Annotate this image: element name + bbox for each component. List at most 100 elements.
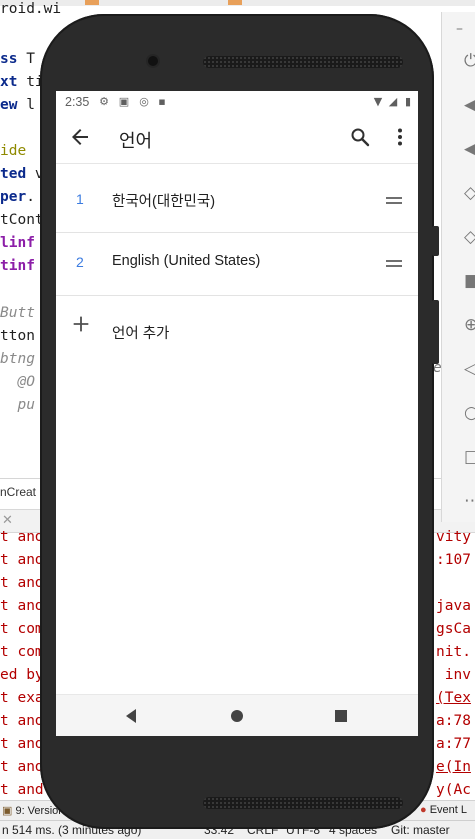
language-item[interactable]: 1 한국어(대한민국) [56,170,418,233]
log-line: t and [0,736,44,752]
log-line: t and [0,529,44,545]
back-icon[interactable]: ◁ [464,360,475,378]
add-language-button[interactable]: 언어 추가 [56,296,418,358]
code-line: per. [0,188,35,206]
rotate-right-icon[interactable]: ◇ [464,228,475,246]
code-line: linf [0,235,35,251]
bottom-speaker [203,797,403,809]
sd-card-icon: ▪ [158,95,166,108]
log-line-fragment[interactable]: (Tex [436,689,471,707]
log-line-fragment: inv [436,667,471,683]
log-line-fragment: :107 [436,552,471,568]
app-bar: 언어 [56,115,418,164]
battery-icon: ▮ [404,95,412,108]
language-index: 1 [76,191,84,207]
volume-up-icon[interactable]: ◀ [464,96,475,114]
log-line: t and [0,759,44,775]
code-keyword: ted [0,166,27,182]
notification-icon: ▣ [118,95,130,108]
language-name: 한국어(대한민국) [112,194,216,210]
zoom-icon[interactable]: ⊕ [464,316,475,334]
nav-back-icon[interactable] [120,705,142,727]
nav-home-icon[interactable] [226,705,248,727]
arrow-back-icon[interactable] [68,125,92,149]
emulator-controls-panel: – ⏻ ◀ ◀ ◇ ◇ ■ ⊕ ◁ ○ □ ⋯ [441,12,475,522]
code-line: @O [0,374,35,390]
log-line: t and [0,575,44,591]
code-keyword: ew [0,97,18,113]
log-line: ed by [0,667,44,683]
camera-icon[interactable]: ■ [464,272,475,290]
code-text: T [17,51,35,67]
sync-icon: ◎ [139,95,149,108]
circle-icon[interactable]: ○ [464,404,475,422]
log-line: t com [0,621,44,637]
code-line: roid.wi [0,1,62,17]
android-status-bar: 2:35 ⚙ ▣ ◎ ▪ ▼ ◢ ▮ [56,91,418,115]
status-time: 2:35 [65,95,90,109]
android-nav-bar [56,694,418,736]
log-line: t exa [0,690,44,706]
code-line: pu [0,397,35,413]
more-vert-icon[interactable] [388,125,412,149]
log-line-fragment: y(Ac [436,782,471,798]
version-control-icon: ▣ [2,805,16,817]
nav-recents-icon[interactable] [330,705,352,727]
add-language-label: 언어 추가 [112,326,170,342]
language-name: English (United States) [112,253,261,269]
git-branch[interactable]: Git: master [391,823,450,837]
log-line-fragment: java [436,598,471,614]
phone-screen: 2:35 ⚙ ▣ ◎ ▪ ▼ ◢ ▮ 언어 1 한국어(대한민국) 2 Engl… [56,91,418,736]
wifi-icon: ▼ [373,95,383,108]
log-line-fragment: vity [436,529,471,545]
code-keyword: xt [0,74,18,90]
log-line-fragment[interactable]: e(In [436,758,471,776]
plus-icon [73,316,89,332]
earpiece-speaker [203,56,403,68]
tab-indicator [85,0,99,5]
language-index: 2 [76,254,84,270]
log-line-fragment: a:78 [436,713,471,729]
code-text: l [17,97,35,113]
log-line: t and [0,782,44,798]
code-line: tinf [0,258,35,274]
ide-tab-strip [0,0,475,6]
page-title: 언어 [119,131,153,151]
rotate-left-icon[interactable]: ◇ [464,184,475,202]
tab-indicator [228,0,242,5]
event-log-label: Event L [429,804,468,816]
log-line-fragment: gsCa [436,621,471,637]
phone-side-button [432,226,439,256]
log-line: t and [0,552,44,568]
search-icon[interactable] [348,125,372,149]
log-line-fragment: nit. [436,644,471,660]
signal-icon: ◢ [388,95,398,108]
language-item[interactable]: 2 English (United States) [56,233,418,296]
code-line: Butt [0,305,35,321]
code-keyword: per [0,189,27,205]
code-line: ide [0,143,27,159]
code-line: ew l [0,96,35,114]
event-log-tab[interactable]: ● Event L [420,804,467,816]
more-icon[interactable]: ⋯ [464,492,475,510]
drag-handle-icon[interactable] [386,195,402,207]
code-line: tCont [0,212,44,228]
code-line: tton [0,328,35,344]
volume-down-icon[interactable]: ◀ [464,140,475,158]
square-icon[interactable]: □ [464,448,475,466]
code-line: xt ti [0,73,44,91]
code-line: btng [0,351,35,367]
log-line-fragment: a:77 [436,736,471,752]
run-tab-label: nCreat [0,485,37,499]
close-icon[interactable]: ✕ [2,512,13,528]
drag-handle-icon[interactable] [386,258,402,270]
log-line: t and [0,713,44,729]
minimize-icon[interactable]: – [456,20,474,38]
settings-gear-icon: ⚙ [99,95,109,108]
code-keyword: ss [0,51,18,67]
code-line: ss T [0,50,35,68]
code-text: . [26,189,35,205]
front-camera-icon [148,56,158,66]
power-icon[interactable]: ⏻ [464,52,475,70]
log-line: t com [0,644,44,660]
